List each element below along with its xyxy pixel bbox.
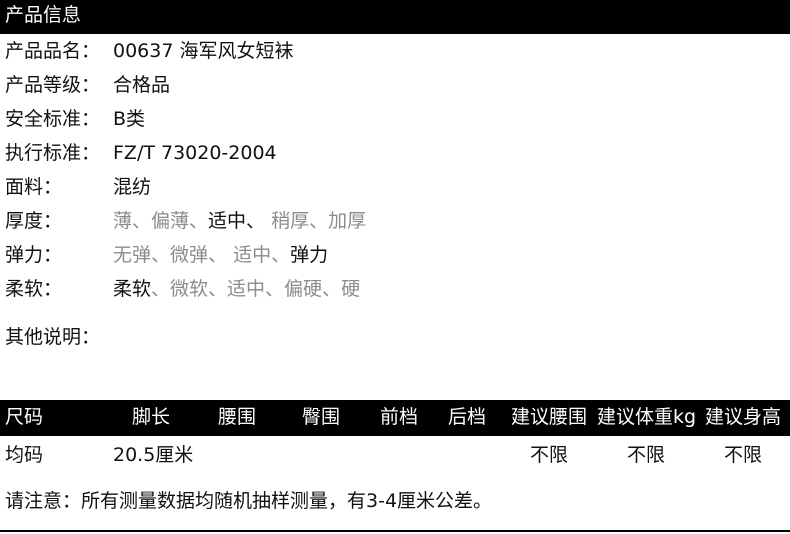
thickness-option: 稍厚、 [265, 210, 329, 232]
suggested-waist-cell: 不限 [530, 444, 569, 466]
thickness-option: 偏薄、 [151, 210, 209, 232]
col-front-rise: 前档 [380, 406, 419, 428]
size-table-header: 尺码 脚长 腰围 臀围 前档 后档 建议腰围 建议体重kg 建议身高 [0, 400, 790, 436]
thickness-options: 薄、偏薄、适中、 稍厚、加厚 [113, 208, 366, 234]
col-suggested-waist: 建议腰围 [511, 406, 588, 428]
thickness-option: 薄、 [113, 210, 152, 232]
softness-option: 硬 [341, 278, 361, 300]
product-name-label: 产品品名： [5, 40, 101, 62]
col-size: 尺码 [5, 406, 44, 428]
exec-standard-label: 执行标准： [5, 142, 101, 164]
elasticity-options: 无弹、微弹、 适中、弹力 [113, 242, 328, 268]
fabric-value: 混纺 [113, 176, 152, 198]
fabric-label: 面料： [5, 176, 63, 198]
foot-length-cell: 20.5厘米 [113, 444, 194, 466]
elasticity-option: 适中、 [227, 244, 291, 266]
safety-standard-value: B类 [113, 108, 146, 130]
col-suggested-weight: 建议体重kg [597, 406, 697, 428]
softness-label: 柔软： [5, 278, 63, 300]
softness-option: 偏硬、 [284, 278, 342, 300]
product-grade-value: 合格品 [113, 74, 171, 96]
softness-option: 适中、 [227, 278, 285, 300]
col-suggested-height: 建议身高 [705, 406, 782, 428]
thickness-option-selected: 适中、 [208, 210, 266, 232]
softness-option-selected: 柔软 [113, 278, 152, 300]
measurement-note: 请注意：所有测量数据均随机抽样测量，有3-4厘米公差。 [5, 490, 493, 512]
product-grade-label: 产品等级： [5, 74, 101, 96]
product-info-header: 产品信息 [0, 0, 790, 34]
col-waist: 腰围 [218, 406, 257, 428]
product-name-value: 00637 海军风女短袜 [113, 40, 294, 62]
other-notes-label: 其他说明： [5, 326, 101, 348]
exec-standard-value: FZ/T 73020-2004 [113, 142, 277, 164]
product-info-title: 产品信息 [5, 4, 82, 26]
softness-option: 、微软、 [151, 278, 228, 300]
table-row: 均码 20.5厘米 不限 不限 不限 [0, 442, 790, 468]
softness-options: 柔软、微软、适中、偏硬、硬 [113, 276, 360, 302]
safety-standard-label: 安全标准： [5, 108, 101, 130]
col-back-rise: 后档 [448, 406, 487, 428]
size-cell: 均码 [5, 444, 44, 466]
elasticity-option: 无弹、 [113, 244, 171, 266]
elasticity-label: 弹力： [5, 244, 63, 266]
thickness-option: 加厚 [328, 210, 367, 232]
elasticity-option: 微弹、 [170, 244, 228, 266]
thickness-label: 厚度： [5, 210, 63, 232]
col-hip: 臀围 [302, 406, 341, 428]
suggested-weight-cell: 不限 [627, 444, 666, 466]
elasticity-option-selected: 弹力 [290, 244, 329, 266]
col-foot-length: 脚长 [132, 406, 171, 428]
bottom-divider [0, 530, 790, 532]
suggested-height-cell: 不限 [724, 444, 763, 466]
